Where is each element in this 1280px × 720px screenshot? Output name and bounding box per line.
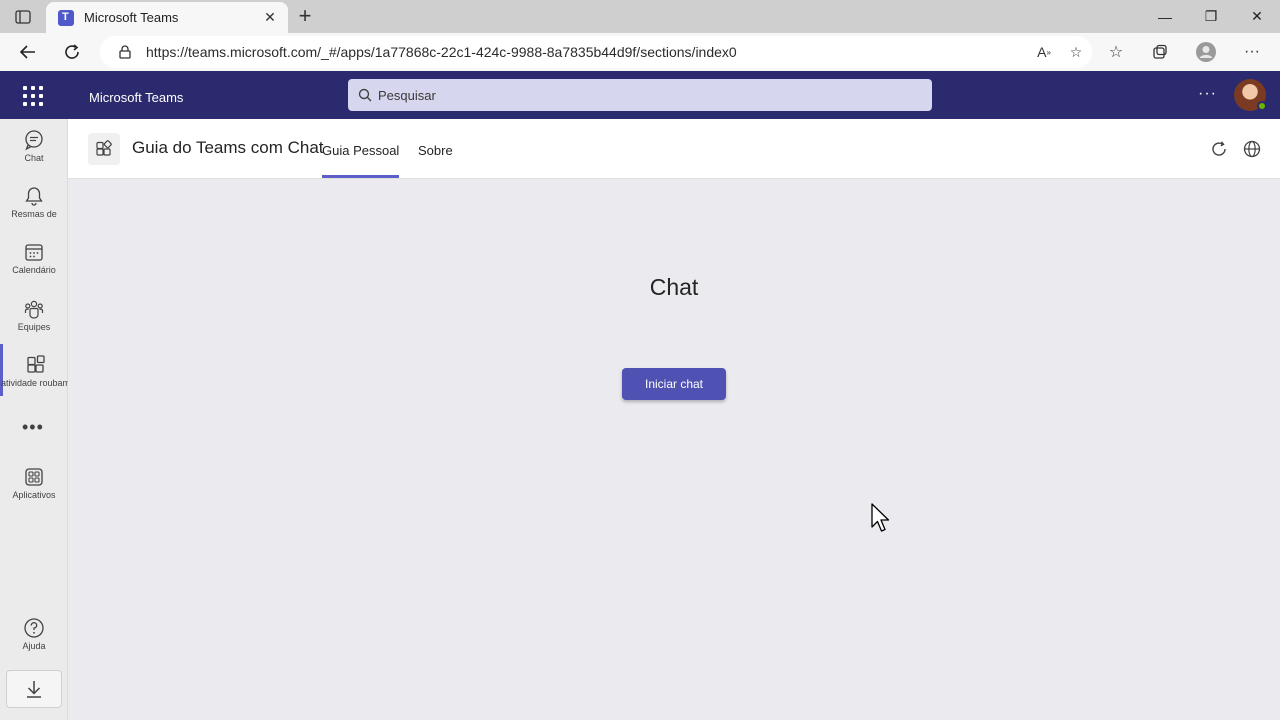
url-text[interactable]: https://teams.microsoft.com/_#/apps/1a77… bbox=[146, 44, 1028, 60]
chat-icon bbox=[25, 130, 43, 151]
app-name: Microsoft Teams bbox=[89, 90, 184, 105]
settings-more-icon[interactable]: ··· bbox=[1198, 85, 1217, 103]
reload-button[interactable] bbox=[56, 37, 88, 67]
rail-label: Chat bbox=[24, 153, 44, 163]
rail-item-teams[interactable]: Equipes bbox=[0, 288, 68, 340]
browser-menu-icon[interactable]: ··· bbox=[1235, 37, 1269, 67]
bell-icon bbox=[25, 187, 43, 206]
refresh-icon[interactable] bbox=[1208, 138, 1230, 160]
download-icon bbox=[27, 681, 41, 698]
teams-icon bbox=[24, 300, 44, 319]
rail-label: atividade roubam bbox=[0, 378, 71, 388]
tab-title: Microsoft Teams bbox=[84, 10, 179, 25]
page-heading: Chat bbox=[649, 274, 699, 300]
minimize-button[interactable]: — bbox=[1142, 0, 1188, 33]
profile-icon[interactable] bbox=[1189, 37, 1223, 67]
rail-item-app-active[interactable]: atividade roubam bbox=[0, 344, 71, 396]
restore-button[interactable]: ❐ bbox=[1188, 0, 1234, 33]
rail-item-chat[interactable]: Chat bbox=[0, 119, 68, 171]
main-content: Chat Iniciar chat bbox=[68, 180, 1280, 720]
browser-toolbar: https://teams.microsoft.com/_#/apps/1a77… bbox=[0, 33, 1280, 71]
tab-actions-icon[interactable] bbox=[8, 6, 38, 28]
browser-tab[interactable]: Microsoft Teams ✕ bbox=[46, 2, 288, 33]
rail-more-icon[interactable]: ••• bbox=[22, 417, 44, 438]
back-button[interactable] bbox=[12, 37, 44, 67]
calendar-icon bbox=[25, 244, 43, 261]
browser-tab-strip: Microsoft Teams ✕ + — ❐ ✕ bbox=[0, 0, 1280, 33]
app-launcher-icon[interactable] bbox=[20, 83, 46, 109]
app-header: Guia do Teams com Chat Guia Pessoal Sobr… bbox=[68, 119, 1280, 179]
favorites-icon[interactable]: ☆ bbox=[1099, 37, 1133, 67]
user-avatar[interactable] bbox=[1234, 79, 1267, 111]
apps-add-icon bbox=[26, 355, 45, 373]
add-favorite-icon[interactable]: ☆ bbox=[1060, 38, 1092, 66]
rail-item-apps[interactable]: Aplicativos bbox=[0, 456, 68, 508]
apps-icon bbox=[25, 468, 43, 486]
window-controls: — ❐ ✕ bbox=[1142, 0, 1280, 33]
rail-label: Calendário bbox=[12, 265, 56, 275]
search-input[interactable] bbox=[378, 87, 898, 103]
close-window-button[interactable]: ✕ bbox=[1234, 0, 1280, 33]
teams-header: Microsoft Teams ··· bbox=[0, 71, 1280, 119]
mouse-cursor-icon bbox=[871, 503, 890, 532]
reload-icon bbox=[65, 44, 79, 59]
rail-label: Aplicativos bbox=[12, 490, 56, 500]
rail-label: Ajuda bbox=[22, 641, 46, 651]
arrow-left-icon bbox=[19, 45, 35, 59]
help-icon bbox=[24, 618, 44, 638]
start-chat-button[interactable]: Iniciar chat bbox=[622, 368, 726, 400]
search-box[interactable] bbox=[348, 79, 932, 111]
globe-icon[interactable] bbox=[1241, 138, 1263, 160]
address-bar[interactable]: https://teams.microsoft.com/_#/apps/1a77… bbox=[100, 36, 1092, 68]
download-button[interactable] bbox=[6, 670, 62, 708]
collections-icon[interactable] bbox=[1143, 37, 1177, 67]
rail-item-calendar[interactable]: Calendário bbox=[0, 231, 68, 283]
read-aloud-icon[interactable]: A» bbox=[1028, 38, 1060, 66]
rail-label: Resmas de bbox=[11, 209, 57, 219]
tab-close-icon[interactable]: ✕ bbox=[260, 8, 280, 28]
teams-favicon-icon bbox=[58, 9, 74, 26]
app-title: Guia do Teams com Chat bbox=[132, 138, 324, 157]
presence-available-icon bbox=[1257, 101, 1267, 111]
search-icon bbox=[358, 88, 372, 102]
left-app-rail: Chat Resmas de Calendário Equipes ativid… bbox=[0, 119, 71, 720]
tab-guia-pessoal[interactable]: Guia Pessoal bbox=[322, 143, 400, 178]
lock-icon[interactable] bbox=[118, 45, 132, 59]
rail-item-activity[interactable]: Resmas de bbox=[0, 175, 68, 227]
app-logo-icon bbox=[88, 133, 120, 165]
rail-label: Equipes bbox=[17, 322, 51, 332]
new-tab-button[interactable]: + bbox=[292, 3, 318, 28]
rail-item-help[interactable]: Ajuda bbox=[0, 607, 68, 659]
tab-sobre[interactable]: Sobre bbox=[418, 143, 453, 158]
